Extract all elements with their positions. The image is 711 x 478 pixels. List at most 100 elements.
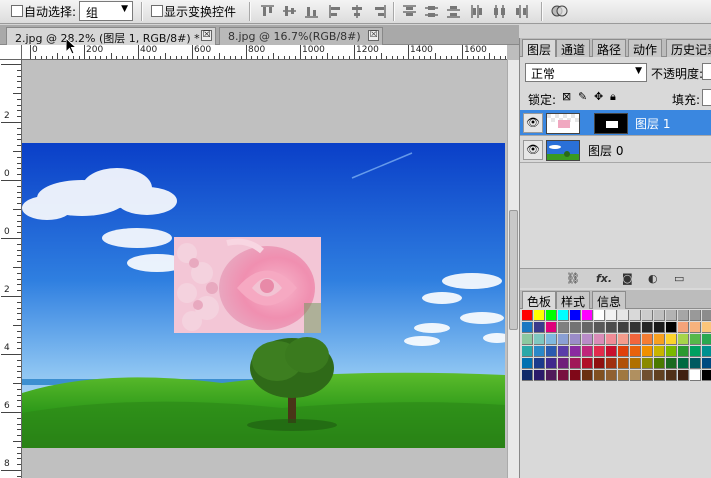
color-swatch[interactable] <box>654 310 665 321</box>
color-swatch[interactable] <box>606 322 617 333</box>
color-swatch[interactable] <box>546 346 557 357</box>
color-swatch[interactable] <box>594 334 605 345</box>
color-swatch[interactable] <box>558 346 569 357</box>
color-swatch[interactable] <box>570 346 581 357</box>
show-transform-checkbox[interactable] <box>151 5 163 17</box>
color-swatch[interactable] <box>558 334 569 345</box>
color-swatch[interactable] <box>582 322 593 333</box>
distribute-horizontal-centers-icon[interactable] <box>491 3 508 20</box>
color-swatch[interactable] <box>702 346 711 357</box>
color-swatch[interactable] <box>558 358 569 369</box>
close-icon[interactable]: ☒ <box>368 30 379 41</box>
color-swatch[interactable] <box>690 334 701 345</box>
tab-channels[interactable]: 通道 <box>556 39 591 57</box>
color-swatch[interactable] <box>618 358 629 369</box>
color-swatch[interactable] <box>522 310 533 321</box>
color-swatch[interactable] <box>606 370 617 381</box>
color-swatch[interactable] <box>606 310 617 321</box>
color-swatch[interactable] <box>702 370 711 381</box>
auto-select-dropdown[interactable]: 组 ▼ <box>79 1 133 21</box>
color-swatch[interactable] <box>630 346 641 357</box>
color-swatch[interactable] <box>582 358 593 369</box>
color-swatch[interactable] <box>630 310 641 321</box>
lock-position-icon[interactable]: ✥ <box>594 90 603 103</box>
color-swatch[interactable] <box>642 370 653 381</box>
align-horizontal-centers-icon[interactable] <box>349 3 366 20</box>
close-icon[interactable]: ☒ <box>201 30 212 41</box>
color-swatch[interactable] <box>678 310 689 321</box>
color-swatch[interactable] <box>546 322 557 333</box>
color-swatch[interactable] <box>534 310 545 321</box>
color-swatch[interactable] <box>654 346 665 357</box>
tab-actions[interactable]: 动作 <box>628 39 663 57</box>
tab-paths[interactable]: 路径 <box>592 39 627 57</box>
auto-select-checkbox[interactable] <box>11 5 23 17</box>
distribute-left-icon[interactable] <box>469 3 486 20</box>
auto-align-layers-icon[interactable] <box>551 3 568 20</box>
color-swatch[interactable] <box>630 358 641 369</box>
color-swatch[interactable] <box>522 346 533 357</box>
align-vertical-centers-icon[interactable] <box>281 3 298 20</box>
color-swatch[interactable] <box>594 346 605 357</box>
scrollbar-thumb[interactable] <box>509 210 518 330</box>
fx-icon[interactable]: fx. <box>596 272 612 285</box>
color-swatch[interactable] <box>654 322 665 333</box>
color-swatch[interactable] <box>618 322 629 333</box>
align-left-edges-icon[interactable] <box>327 3 344 20</box>
color-swatch[interactable] <box>642 322 653 333</box>
color-swatch[interactable] <box>570 358 581 369</box>
lock-image-icon[interactable]: ✎ <box>578 90 587 103</box>
color-swatch[interactable] <box>618 310 629 321</box>
color-swatch[interactable] <box>666 334 677 345</box>
canvas-image[interactable] <box>22 143 505 448</box>
color-swatch[interactable] <box>546 310 557 321</box>
folder-icon[interactable]: ▭ <box>674 272 684 285</box>
color-swatch[interactable] <box>522 358 533 369</box>
vertical-ruler[interactable]: 2 0 0 2 4 6 8 <box>0 60 22 478</box>
color-swatch[interactable] <box>654 370 665 381</box>
color-swatch[interactable] <box>570 310 581 321</box>
color-swatch[interactable] <box>534 334 545 345</box>
color-swatch[interactable] <box>630 334 641 345</box>
align-bottom-edges-icon[interactable] <box>303 3 320 20</box>
lock-all-icon[interactable]: 🔒︎ <box>610 90 616 104</box>
color-swatch[interactable] <box>654 334 665 345</box>
color-swatch[interactable] <box>654 358 665 369</box>
visibility-eye-icon[interactable]: 👁︎ <box>523 113 543 133</box>
color-swatch[interactable] <box>666 370 677 381</box>
lock-transparent-icon[interactable]: ⊠ <box>562 90 571 103</box>
color-swatch[interactable] <box>690 310 701 321</box>
tab-swatches[interactable]: 色板 <box>522 291 557 309</box>
align-right-edges-icon[interactable] <box>371 3 388 20</box>
color-swatch[interactable] <box>642 346 653 357</box>
color-swatch[interactable] <box>618 334 629 345</box>
tab-layers[interactable]: 图层 <box>522 39 557 57</box>
color-swatch[interactable] <box>606 358 617 369</box>
color-swatch[interactable] <box>642 310 653 321</box>
link-icon[interactable]: ⛓ <box>566 272 580 285</box>
tab-history[interactable]: 历史记录 <box>666 39 711 57</box>
color-swatch[interactable] <box>666 358 677 369</box>
color-swatch[interactable] <box>534 358 545 369</box>
tab-2jpg[interactable]: 2.jpg @ 28.2% (图层 1, RGB/8#) * ☒ <box>6 27 216 45</box>
color-swatch[interactable] <box>534 370 545 381</box>
blend-mode-select[interactable]: 正常 ▼ <box>525 63 647 82</box>
mask-icon[interactable]: ◙ <box>622 272 633 285</box>
distribute-bottom-icon[interactable] <box>445 3 462 20</box>
color-swatch[interactable] <box>558 370 569 381</box>
align-top-edges-icon[interactable] <box>259 3 276 20</box>
distribute-vertical-centers-icon[interactable] <box>423 3 440 20</box>
color-swatch[interactable] <box>690 358 701 369</box>
ruler-origin[interactable] <box>0 45 22 60</box>
color-swatch[interactable] <box>582 346 593 357</box>
tab-styles[interactable]: 样式 <box>556 291 591 309</box>
color-swatch[interactable] <box>690 346 701 357</box>
color-swatch[interactable] <box>570 334 581 345</box>
color-swatch[interactable] <box>690 370 701 381</box>
color-swatch[interactable] <box>702 334 711 345</box>
adjustment-icon[interactable]: ◐ <box>648 272 658 285</box>
tab-info[interactable]: 信息 <box>592 291 627 309</box>
color-swatch[interactable] <box>594 370 605 381</box>
vertical-scrollbar[interactable] <box>507 60 519 478</box>
layer-row-1[interactable]: 👁︎ 图层 1 <box>520 110 711 136</box>
